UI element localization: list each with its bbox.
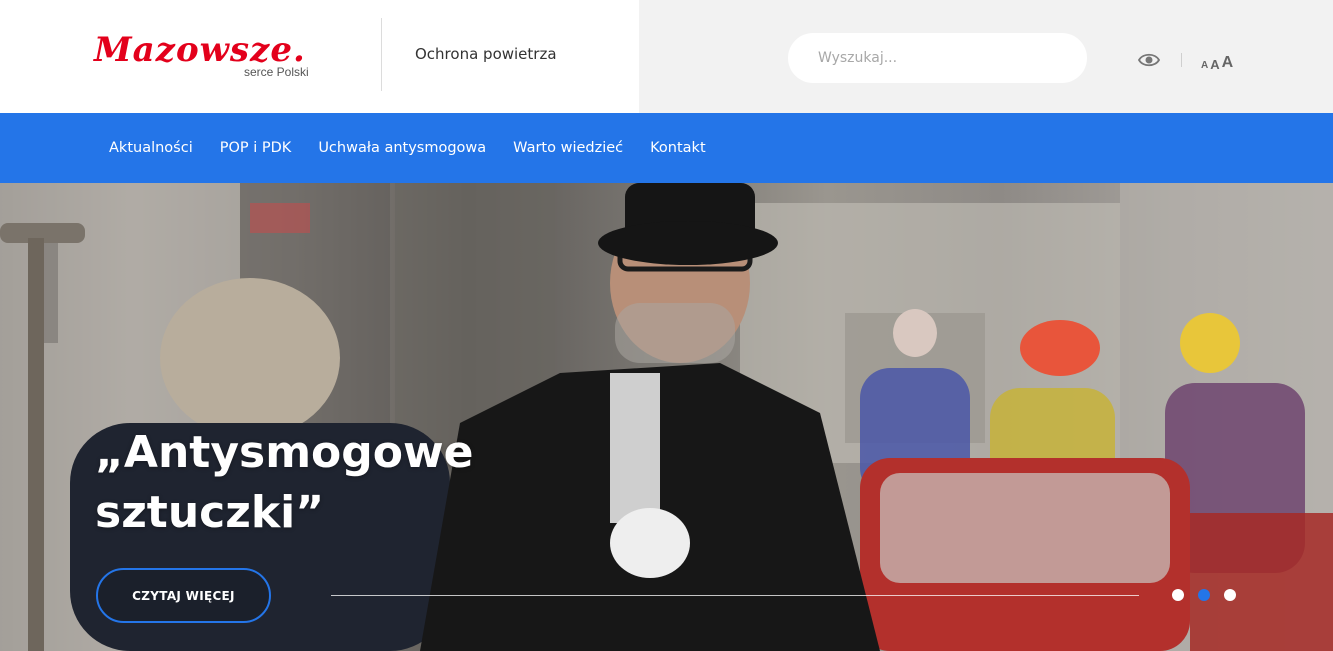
font-size-small-button[interactable]: A bbox=[1201, 61, 1208, 71]
slider-dot-1[interactable] bbox=[1172, 589, 1184, 601]
slider-dots bbox=[1172, 589, 1236, 601]
logo-wordmark: Mazowsze. bbox=[94, 30, 306, 70]
logo-subtitle: serce Polski bbox=[244, 65, 309, 79]
slider-dot-3[interactable] bbox=[1224, 589, 1236, 601]
nav-item-uchwala[interactable]: Uchwała antysmogowa bbox=[318, 140, 486, 156]
read-more-button[interactable]: CZYTAJ WIĘCEJ bbox=[96, 568, 271, 623]
hero-title-line1: „Antysmogowe bbox=[95, 427, 474, 478]
slider-dot-2[interactable] bbox=[1198, 589, 1210, 601]
hero-slider: „Antysmogowe sztuczki” CZYTAJ WIĘCEJ bbox=[0, 183, 1333, 651]
hero-title-line2: sztuczki” bbox=[95, 487, 325, 538]
font-size-medium-button[interactable]: A bbox=[1210, 58, 1219, 71]
nav-item-kontakt[interactable]: Kontakt bbox=[650, 140, 706, 156]
mazowsze-logo[interactable]: Mazowsze. serce Polski bbox=[94, 30, 326, 82]
search-input[interactable] bbox=[788, 33, 1087, 83]
header-brand-area: Mazowsze. serce Polski Ochrona powietrza bbox=[0, 0, 639, 113]
nav-item-pop-pdk[interactable]: POP i PDK bbox=[220, 140, 292, 156]
slider-progress-line bbox=[331, 595, 1139, 596]
hero-title: „Antysmogowe sztuczki” bbox=[95, 423, 515, 543]
search-box bbox=[788, 33, 1087, 83]
site-section-title[interactable]: Ochrona powietrza bbox=[415, 45, 557, 63]
font-size-large-button[interactable]: A bbox=[1222, 55, 1234, 71]
eye-icon[interactable] bbox=[1137, 50, 1161, 70]
nav-list: Aktualności POP i PDK Uchwała antysmogow… bbox=[109, 113, 706, 183]
nav-item-warto-wiedziec[interactable]: Warto wiedzieć bbox=[513, 140, 623, 156]
font-size-controls: A A A bbox=[1201, 49, 1234, 72]
tools-divider bbox=[1181, 53, 1182, 67]
nav-item-aktualnosci[interactable]: Aktualności bbox=[109, 140, 193, 156]
site-header: Mazowsze. serce Polski Ochrona powietrza… bbox=[0, 0, 1333, 113]
main-navigation: Aktualności POP i PDK Uchwała antysmogow… bbox=[0, 113, 1333, 183]
header-divider bbox=[381, 18, 382, 91]
